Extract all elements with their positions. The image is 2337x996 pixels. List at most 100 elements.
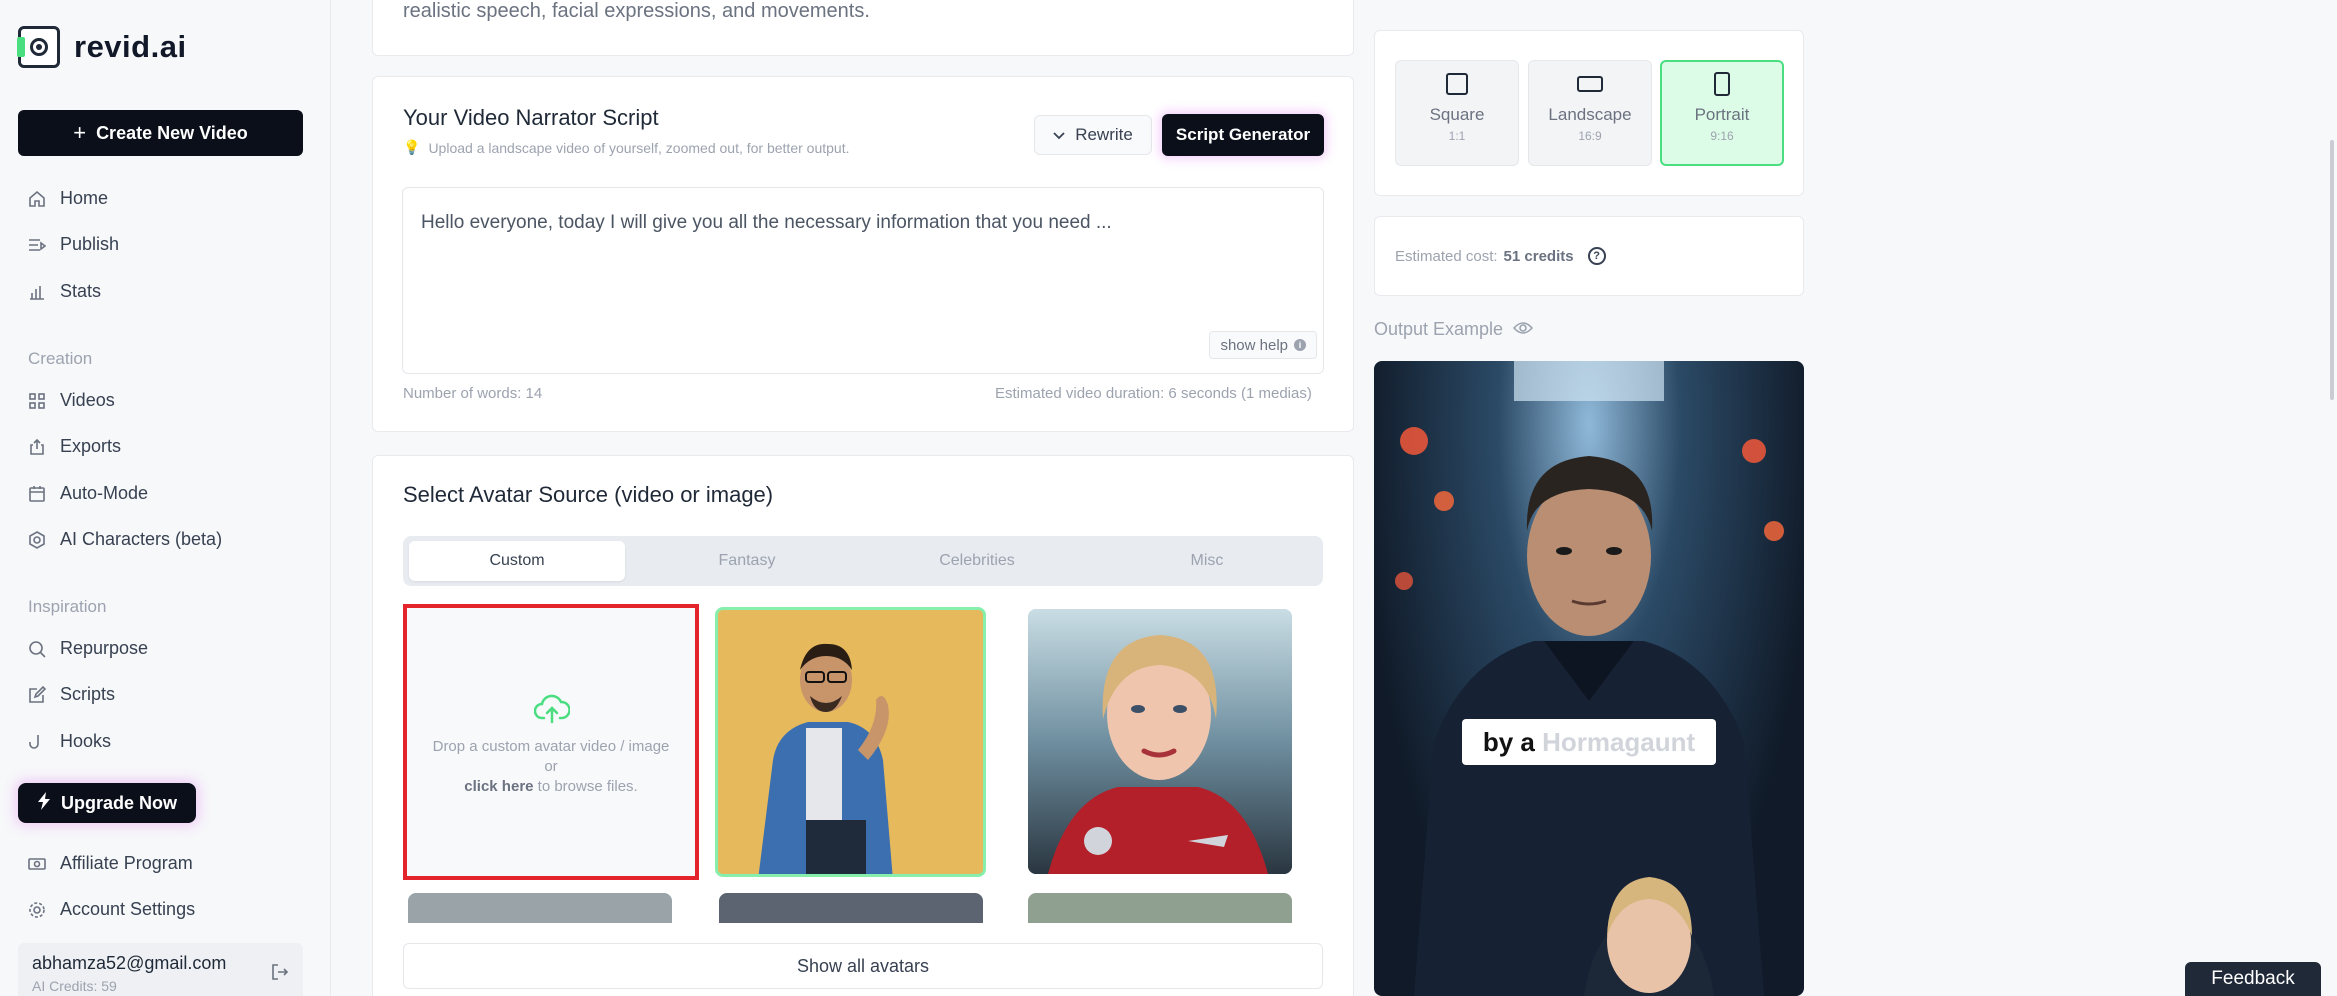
browse-files-link[interactable]: click here [464,778,533,795]
sidebar-item-label: Account Settings [60,899,196,919]
preview-image [1395,361,1784,996]
landscape-icon [1577,76,1603,92]
lightbulb-icon: 💡 [403,139,421,155]
search-icon [28,640,46,658]
output-example-label: Output Example [1374,319,1534,340]
sidebar: revid.ai + Create New Video Home Publish… [0,0,331,996]
upgrade-now-button[interactable]: Upgrade Now [18,783,196,823]
show-help-button[interactable]: show help i [1209,331,1317,359]
avatar-title: Select Avatar Source (video or image) [403,482,774,507]
format-label: Portrait [1694,105,1750,124]
logo[interactable]: revid.ai [17,26,187,68]
sidebar-item-hooks[interactable]: Hooks [28,731,111,752]
logout-icon[interactable] [271,963,289,986]
sidebar-item-exports[interactable]: Exports [28,436,121,457]
edit-icon [28,685,46,704]
sidebar-item-label: Publish [60,234,120,254]
watermark-badge: by a Hormagaunt [1462,719,1716,765]
avatar-thumbnail[interactable] [408,893,672,923]
output-example-text: Output Example [1374,319,1504,339]
hook-icon [28,733,46,751]
sidebar-item-label: Exports [60,436,122,456]
rewrite-button[interactable]: Rewrite [1034,115,1152,155]
publish-icon [28,236,46,254]
cloud-upload-icon [533,694,571,729]
estimated-duration: Estimated video duration: 6 seconds (1 m… [995,385,1312,402]
calendar-icon [28,485,46,503]
tab-celebrities[interactable]: Celebrities [869,541,1085,581]
tab-misc[interactable]: Misc [1099,541,1315,581]
create-new-video-button[interactable]: + Create New Video [18,110,303,156]
feedback-button[interactable]: Feedback [2185,962,2321,996]
user-account-box[interactable]: abhamza52@gmail.com AI Credits: 59 [18,943,303,996]
format-label: Landscape [1548,105,1632,124]
script-textarea[interactable]: Hello everyone, today I will give you al… [402,187,1324,374]
square-icon [1446,73,1468,95]
estimated-cost: Estimated cost: 51 credits ? [1395,247,1606,265]
avatar-thumbnail[interactable] [719,893,983,923]
rewrite-label: Rewrite [1075,125,1133,144]
script-hint: 💡 Upload a landscape video of yourself, … [403,139,849,156]
output-example-preview[interactable]: by a Hormagaunt [1374,361,1804,996]
format-ratio: 16:9 [1578,129,1602,143]
format-portrait-option[interactable]: Portrait 9:16 [1660,60,1784,166]
sidebar-item-home[interactable]: Home [28,188,108,209]
lightning-icon [37,791,51,815]
plus-icon: + [73,120,87,145]
gear-icon [28,901,46,919]
sidebar-item-label: Repurpose [60,638,149,658]
avatar-thumbnail-selected[interactable] [715,607,986,877]
avatar-tabs: Custom Fantasy Celebrities Misc [403,536,1323,586]
format-card: Square 1:1 Landscape 16:9 Portrait 9:16 [1374,30,1804,196]
format-ratio: 1:1 [1448,129,1466,143]
sidebar-item-account-settings[interactable]: Account Settings [28,899,195,920]
sidebar-item-repurpose[interactable]: Repurpose [28,638,148,659]
create-new-video-label: Create New Video [96,122,248,143]
script-text: Hello everyone, today I will give you al… [421,212,1112,233]
cost-value: 51 credits [1503,247,1574,265]
help-circle-icon[interactable]: ? [1587,247,1606,265]
sidebar-item-ai-characters[interactable]: AI Characters (beta) [28,529,222,550]
sidebar-item-label: Videos [60,390,115,410]
format-square-option[interactable]: Square 1:1 [1395,60,1519,166]
format-ratio: 9:16 [1710,129,1734,143]
cost-label: Estimated cost: [1395,247,1498,265]
sidebar-item-label: Auto-Mode [60,483,149,503]
export-icon [28,438,46,456]
dropzone-text: Drop a custom avatar video / image or cl… [407,737,695,797]
script-generator-button[interactable]: Script Generator [1162,114,1324,156]
sidebar-item-videos[interactable]: Videos [28,390,115,411]
cost-card: Estimated cost: 51 credits ? [1374,216,1804,296]
home-icon [28,190,46,208]
format-landscape-option[interactable]: Landscape 16:9 [1528,60,1652,166]
user-credits: AI Credits: 59 [32,978,117,994]
dropzone-line-1: Drop a custom avatar video / image [432,738,670,755]
brand-name: revid.ai [74,29,187,64]
sidebar-item-stats[interactable]: Stats [28,281,101,302]
sidebar-item-label: Scripts [60,684,116,704]
money-icon [28,855,46,873]
watermark-prefix: by a [1482,726,1543,757]
stats-icon [28,283,46,301]
script-hint-text: Upload a landscape video of yourself, zo… [428,139,850,156]
tab-fantasy[interactable]: Fantasy [639,541,855,581]
intro-text: realistic speech, facial expressions, an… [403,0,870,22]
scrollbar[interactable] [2330,140,2334,400]
eye-icon[interactable] [1513,319,1534,340]
sidebar-item-label: AI Characters (beta) [60,529,223,549]
sidebar-item-auto-mode[interactable]: Auto-Mode [28,483,148,504]
portrait-icon [1714,72,1730,96]
sidebar-item-label: Home [60,188,109,208]
avatar-thumbnail[interactable] [1028,609,1292,874]
dropzone-line-2: or [544,758,558,775]
chevron-down-icon [1053,125,1065,145]
avatar-dropzone[interactable]: Drop a custom avatar video / image or cl… [403,604,699,880]
sidebar-item-affiliate[interactable]: Affiliate Program [28,853,193,874]
sidebar-item-publish[interactable]: Publish [28,234,119,255]
grid-icon [28,392,46,410]
show-all-avatars-button[interactable]: Show all avatars [403,943,1323,989]
tab-custom[interactable]: Custom [409,541,625,581]
avatar-thumbnail[interactable] [1028,893,1292,923]
sidebar-item-label: Stats [60,281,102,301]
sidebar-item-scripts[interactable]: Scripts [28,684,115,705]
